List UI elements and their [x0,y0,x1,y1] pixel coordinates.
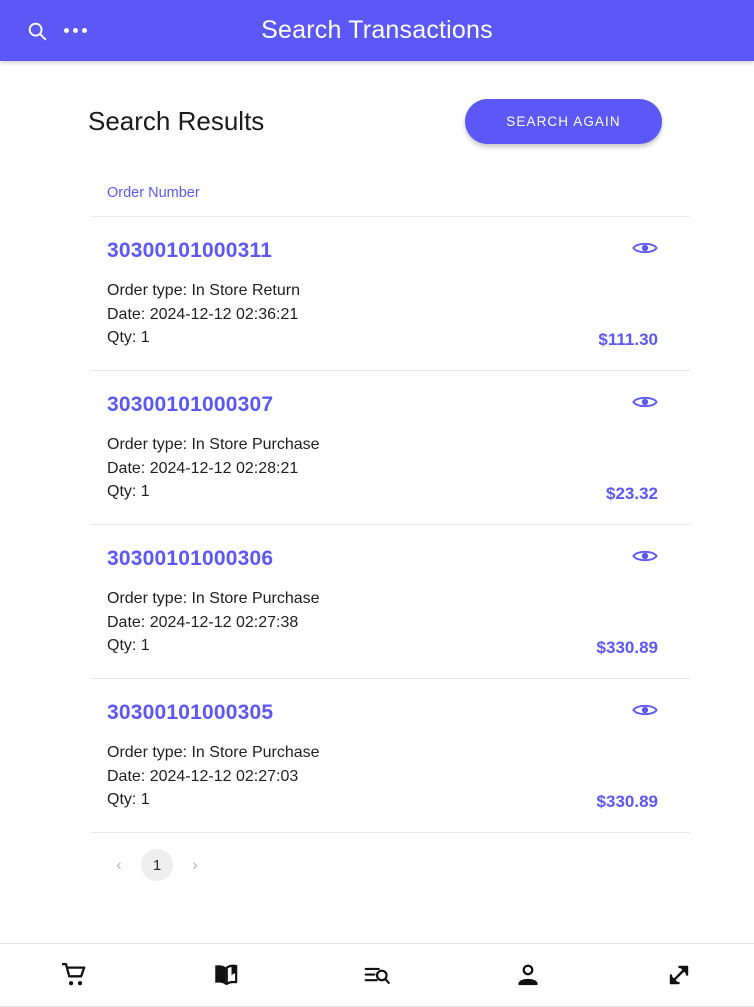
table-row[interactable]: 30300101000305 Order type: In Store Purc… [91,679,690,834]
pagination-prev-button[interactable]: ‹ [103,849,135,881]
eye-icon[interactable] [632,239,658,257]
order-number-link[interactable]: 30300101000306 [107,547,273,571]
pagination: ‹ 1 › [91,833,690,882]
order-type: Order type: In Store Return [107,282,300,299]
table-column-header: Order Number [91,172,690,217]
order-qty: Qty: 1 [107,637,150,655]
row-top: 30300101000306 [107,547,674,571]
shopping-cart-icon [62,963,88,987]
results-header: Search Results SEARCH AGAIN [0,61,754,144]
nav-item-catalog[interactable] [151,944,302,1006]
order-type: Order type: In Store Purchase [107,744,320,762]
table-row[interactable]: 30300101000306 Order type: In Store Purc… [91,525,690,680]
app-bar: Search Transactions [0,0,754,61]
results-title: Search Results [88,106,265,136]
order-number-link[interactable]: 30300101000305 [107,701,273,725]
order-date: Date: 2024-12-12 02:27:03 [107,767,299,785]
order-qty: Qty: 1 [107,791,150,809]
order-number-link[interactable]: 30300101000311 [107,239,272,263]
order-date: Date: 2024-12-12 02:28:21 [107,459,299,477]
nav-item-expand[interactable] [603,944,754,1006]
row-body: Order type: In Store Return Date: 2024-1… [107,279,674,350]
results-table: Order Number 30300101000311 Order type: [91,172,690,882]
table-row[interactable]: 30300101000311 Order type: In Store Retu… [91,217,690,372]
row-details: Order type: In Store Purchase Date: 2024… [107,587,320,658]
open-book-icon [213,963,239,987]
row-details: Order type: In Store Purchase Date: 2024… [107,741,320,812]
order-amount: $330.89 [596,792,658,812]
row-top: 30300101000311 [107,239,674,263]
bottom-navigation [0,943,754,1007]
table-row[interactable]: 30300101000307 Order type: In Store Purc… [91,371,690,526]
row-details: Order type: In Store Return Date: 2024-1… [107,279,300,350]
eye-icon[interactable] [632,393,658,411]
order-type: Order type: In Store Purchase [107,436,320,454]
dot [63,28,69,33]
dot [72,28,78,33]
row-top: 30300101000307 [107,393,674,417]
more-options-dots [63,28,87,33]
order-number-link[interactable]: 30300101000307 [107,393,273,417]
search-icon[interactable] [18,12,56,50]
order-date: Date: 2024-12-12 02:27:38 [107,613,299,631]
row-top: 30300101000305 [107,701,674,725]
row-details: Order type: In Store Purchase Date: 2024… [107,433,320,504]
order-qty: Qty: 1 [107,483,150,501]
eye-icon[interactable] [632,701,658,719]
dot [81,28,87,33]
row-body: Order type: In Store Purchase Date: 2024… [107,741,674,812]
person-icon [516,963,540,987]
order-amount: $111.30 [598,330,658,350]
list-search-icon [364,964,390,986]
nav-item-account[interactable] [452,944,603,1006]
nav-item-search-list[interactable] [302,944,453,1006]
page-title: Search Transactions [261,16,493,44]
pagination-page-1[interactable]: 1 [141,849,173,882]
search-again-button[interactable]: SEARCH AGAIN [465,99,662,144]
expand-arrows-icon [666,962,692,988]
order-date: Date: 2024-12-12 02:36:21 [107,305,299,323]
row-body: Order type: In Store Purchase Date: 2024… [107,433,674,504]
column-header-order-number[interactable]: Order Number [107,185,200,201]
main-content: Search Results SEARCH AGAIN Order Number… [0,61,754,943]
app-root: Search Transactions Search Results SEARC… [0,0,754,1007]
order-qty: Qty: 1 [107,329,150,347]
nav-item-cart[interactable] [0,944,151,1006]
eye-icon[interactable] [632,547,658,565]
order-type: Order type: In Store Purchase [107,590,320,608]
order-amount: $23.32 [606,484,658,504]
pagination-next-button[interactable]: › [179,849,211,881]
more-options-icon[interactable] [56,12,94,50]
row-body: Order type: In Store Purchase Date: 2024… [107,587,674,658]
order-amount: $330.89 [596,638,658,658]
